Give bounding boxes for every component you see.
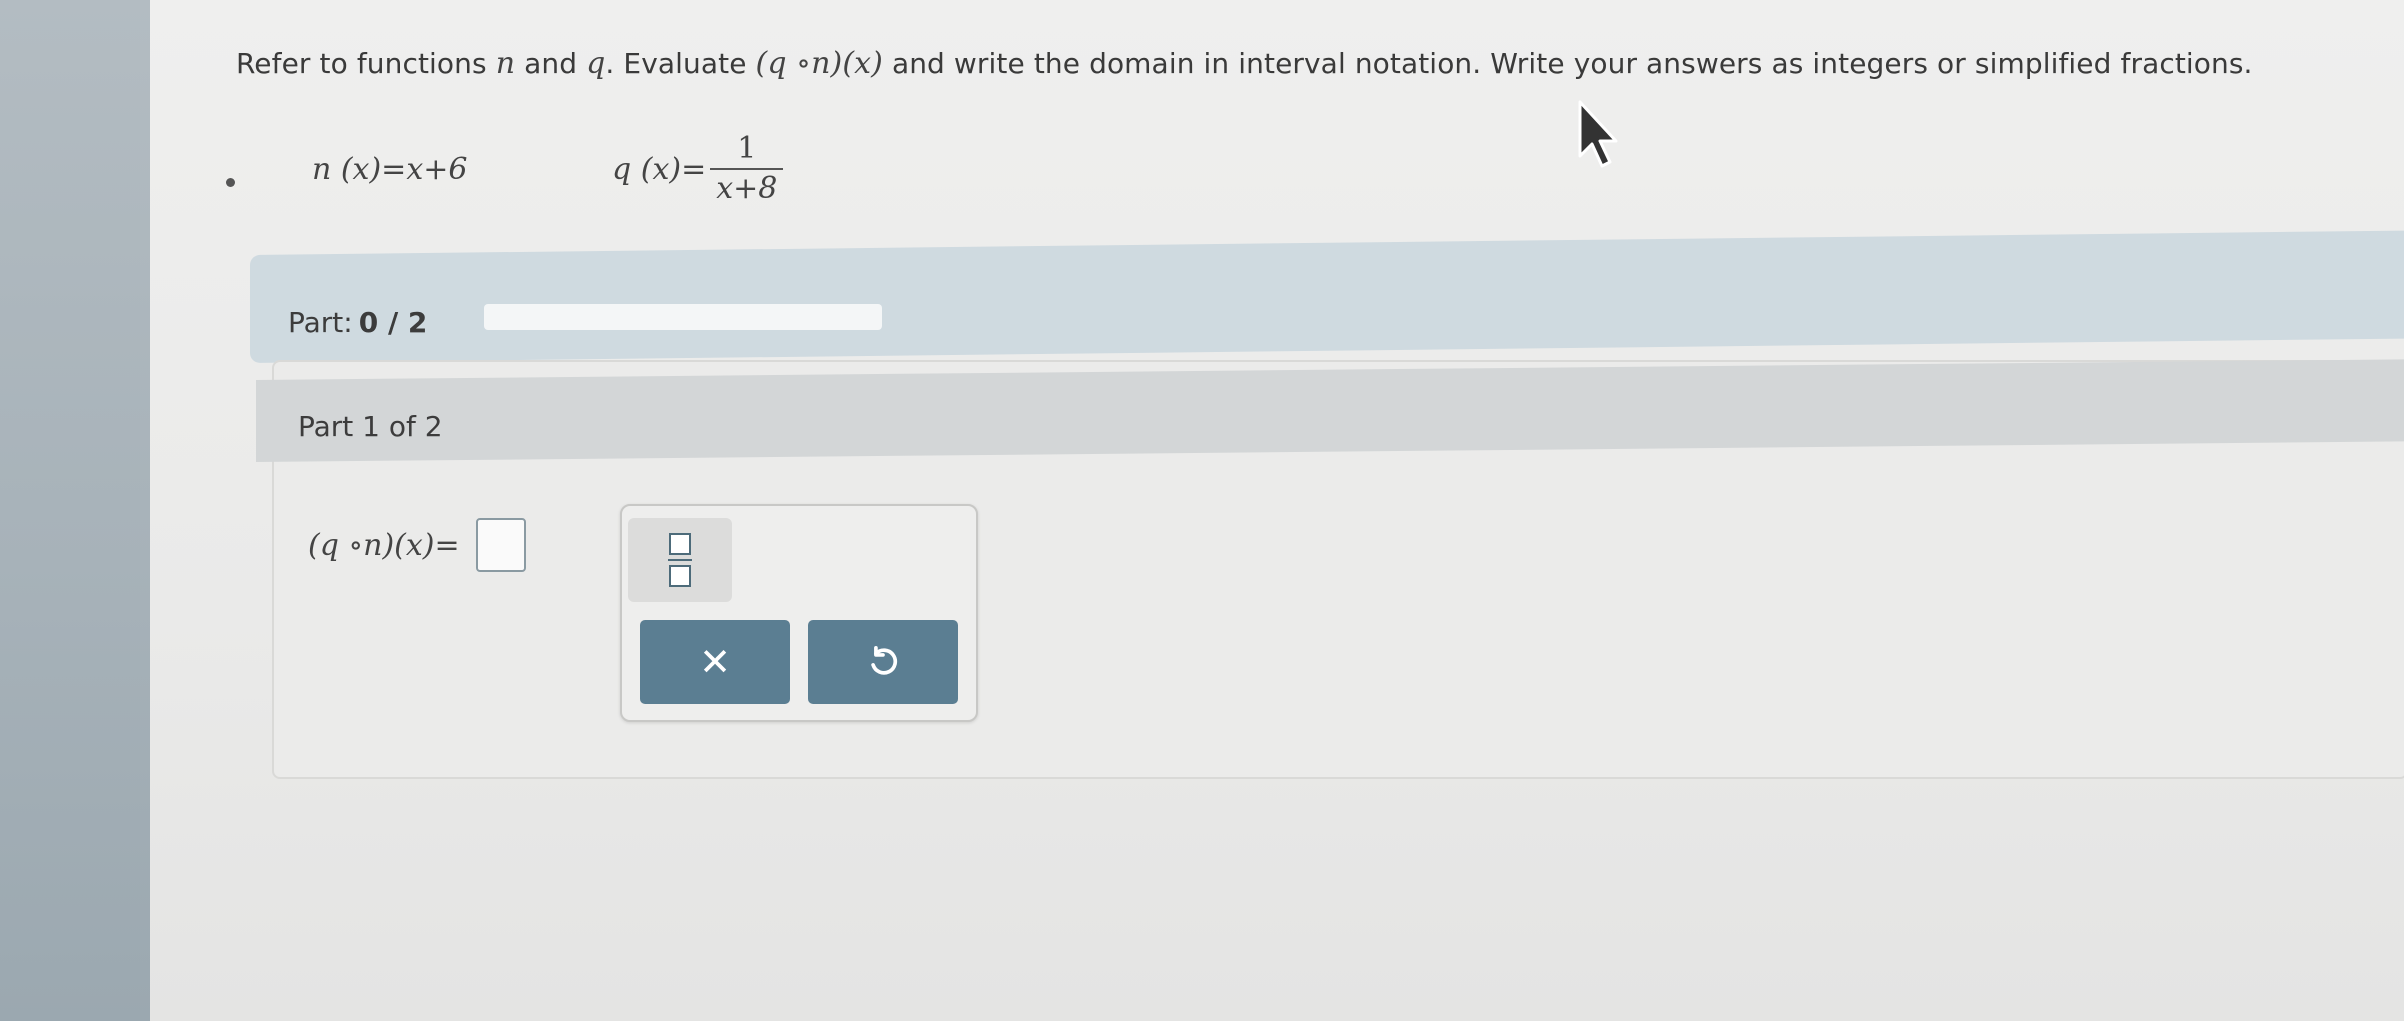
- part-progress-label: Part: 0 / 2: [288, 306, 427, 339]
- prompt-text-1: Refer to functions: [236, 47, 496, 80]
- undo-button[interactable]: [808, 620, 958, 704]
- question-prompt: Refer to functions n and q. Evaluate (q …: [236, 46, 2253, 81]
- fraction-numerator: 1: [737, 131, 757, 166]
- prompt-text-and: and: [515, 47, 587, 80]
- part-heading: Part 1 of 2: [298, 410, 443, 443]
- part-progress-value: 0 / 2: [358, 306, 428, 339]
- prompt-text-2: . Evaluate: [605, 47, 756, 80]
- mouse-cursor-icon: [1578, 100, 1618, 168]
- prompt-var-n: n: [495, 46, 516, 81]
- progress-track: [484, 304, 882, 330]
- prompt-var-q: q: [586, 46, 606, 81]
- function-n-definition: n (x)=x+6: [312, 152, 468, 187]
- close-icon: ✕: [699, 640, 731, 684]
- function-q-definition: q (x)= 1 x+8: [612, 130, 784, 208]
- undo-icon: [871, 645, 898, 675]
- answer-row: (q ∘n)(x)=: [308, 518, 526, 572]
- bullet: [226, 178, 235, 187]
- function-q-fraction: 1 x+8: [710, 130, 784, 208]
- fraction-button[interactable]: [628, 518, 732, 602]
- prompt-composition: (q ∘n)(x): [755, 46, 883, 81]
- prompt-text-3: and write the domain in interval notatio…: [882, 47, 2253, 80]
- clear-button[interactable]: ✕: [640, 620, 790, 704]
- fraction-denominator: x+8: [716, 171, 778, 206]
- answer-input[interactable]: [475, 518, 526, 572]
- part-label-text: Part:: [288, 306, 353, 339]
- answer-lhs: (q ∘n)(x)=: [308, 527, 460, 563]
- function-q-lhs: q (x)=: [612, 151, 707, 187]
- fraction-icon: [668, 533, 692, 587]
